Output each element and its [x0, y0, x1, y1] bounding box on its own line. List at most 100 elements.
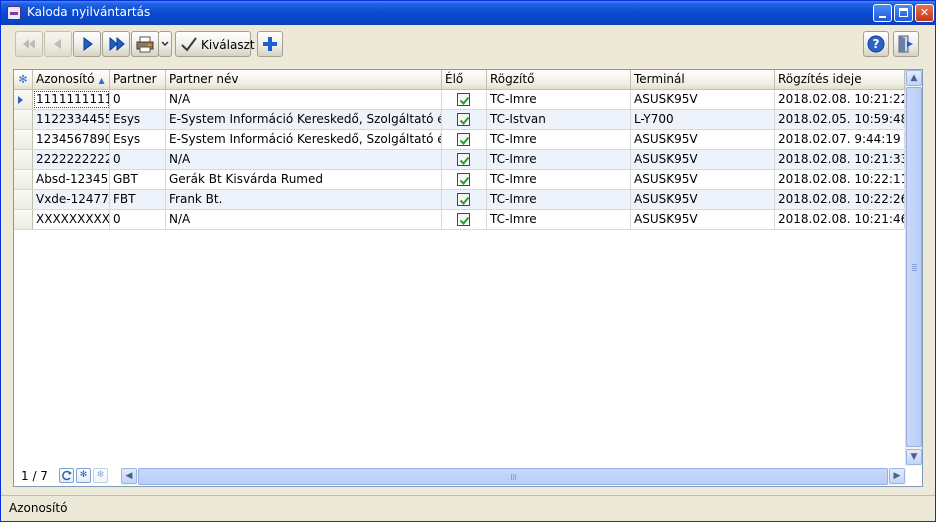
table-row[interactable]: 1234567890 Esys E-System Információ Keresk…: [14, 130, 905, 150]
help-button[interactable]: ?: [863, 31, 889, 57]
cell-partner[interactable]: GBT: [110, 170, 166, 189]
alive-checkbox[interactable]: [457, 213, 470, 226]
cell-recorder[interactable]: TC-Imre: [487, 150, 631, 169]
cell-id[interactable]: XXXXXXXXXX: [33, 210, 110, 229]
cell-alive[interactable]: [442, 170, 487, 189]
cell-recorder[interactable]: TC-Imre: [487, 90, 631, 109]
cell-terminal[interactable]: L-Y700: [631, 110, 775, 129]
horizontal-scrollbar[interactable]: ◀ ▶: [121, 468, 906, 485]
row-selector[interactable]: [14, 130, 33, 149]
table-row[interactable]: Absd-12345 GBT Gerák Bt Kisvárda Rumed TC-I…: [14, 170, 905, 190]
table-row[interactable]: 1122334455 Esys E-System Információ Keresk…: [14, 110, 905, 130]
cell-terminal[interactable]: ASUSK95V: [631, 170, 775, 189]
refresh-button[interactable]: [59, 468, 74, 483]
cell-id[interactable]: 1111111111: [33, 90, 110, 109]
vertical-scrollbar[interactable]: ▲ ▼: [905, 70, 922, 466]
alive-checkbox[interactable]: [457, 113, 470, 126]
cell-partner[interactable]: FBT: [110, 190, 166, 209]
cell-partner-name[interactable]: E-System Információ Kereskedő, Szolgálta…: [166, 130, 442, 149]
scroll-left-button[interactable]: ◀: [121, 468, 137, 484]
cell-partner[interactable]: 0: [110, 210, 166, 229]
cell-recorder[interactable]: TC-Imre: [487, 170, 631, 189]
cell-partner[interactable]: Esys: [110, 130, 166, 149]
cell-partner-name[interactable]: N/A: [166, 90, 442, 109]
scroll-up-button[interactable]: ▲: [906, 70, 922, 86]
delete-row-button[interactable]: ✻: [93, 468, 108, 483]
cell-partner-name[interactable]: E-System Információ Kereskedő, Szolgálta…: [166, 110, 442, 129]
cell-alive[interactable]: [442, 150, 487, 169]
cell-terminal[interactable]: ASUSK95V: [631, 150, 775, 169]
row-selector[interactable]: [14, 190, 33, 209]
cell-terminal[interactable]: ASUSK95V: [631, 190, 775, 209]
cell-partner-name[interactable]: Frank Bt.: [166, 190, 442, 209]
column-header-partner[interactable]: Partner: [110, 70, 166, 90]
row-selector[interactable]: [14, 170, 33, 189]
scroll-down-button[interactable]: ▼: [906, 449, 922, 465]
cell-partner-name[interactable]: N/A: [166, 210, 442, 229]
cell-alive[interactable]: [442, 90, 487, 109]
row-selector[interactable]: [14, 110, 33, 129]
minimize-button[interactable]: [873, 4, 892, 22]
cell-alive[interactable]: [442, 130, 487, 149]
column-header-id[interactable]: Azonosító ▲: [33, 70, 110, 90]
cell-id[interactable]: Vxde-12477: [33, 190, 110, 209]
cell-alive[interactable]: [442, 190, 487, 209]
cell-recorded-at[interactable]: 2018.02.08. 10:21:22: [775, 90, 905, 109]
cell-recorded-at[interactable]: 2018.02.07. 9:44:19: [775, 130, 905, 149]
alive-checkbox[interactable]: [457, 193, 470, 206]
column-header-recorded-at[interactable]: Rögzítés ideje: [775, 70, 905, 90]
alive-checkbox[interactable]: [457, 133, 470, 146]
column-header-partner-name[interactable]: Partner név: [166, 70, 442, 90]
cell-partner[interactable]: 0: [110, 90, 166, 109]
alive-checkbox[interactable]: [457, 93, 470, 106]
cell-partner[interactable]: Esys: [110, 110, 166, 129]
cell-partner-name[interactable]: Gerák Bt Kisvárda Rumed: [166, 170, 442, 189]
scroll-right-button[interactable]: ▶: [889, 468, 905, 484]
table-row[interactable]: Vxde-12477 FBT Frank Bt. TC-Imre ASUSK95V 201…: [14, 190, 905, 210]
cell-partner[interactable]: 0: [110, 150, 166, 169]
add-button[interactable]: [257, 31, 283, 57]
last-record-button[interactable]: [102, 31, 130, 57]
vertical-scroll-thumb[interactable]: [906, 87, 922, 447]
first-record-button[interactable]: [15, 31, 43, 57]
cell-terminal[interactable]: ASUSK95V: [631, 210, 775, 229]
cell-recorded-at[interactable]: 2018.02.08. 10:21:46: [775, 210, 905, 229]
maximize-button[interactable]: [894, 4, 913, 22]
print-button[interactable]: [131, 31, 159, 57]
cell-id[interactable]: 1122334455: [33, 110, 110, 129]
previous-record-button[interactable]: [44, 31, 72, 57]
cell-recorded-at[interactable]: 2018.02.08. 10:21:33: [775, 150, 905, 169]
cell-recorder[interactable]: TC-Imre: [487, 210, 631, 229]
cell-recorder[interactable]: TC-Imre: [487, 130, 631, 149]
cell-id[interactable]: 2222222222: [33, 150, 110, 169]
cell-id[interactable]: Absd-12345: [33, 170, 110, 189]
horizontal-scroll-thumb[interactable]: [138, 468, 888, 485]
cell-terminal[interactable]: ASUSK95V: [631, 130, 775, 149]
select-all-corner[interactable]: ✻: [14, 70, 33, 90]
row-selector[interactable]: [14, 90, 33, 109]
row-selector[interactable]: [14, 150, 33, 169]
table-row[interactable]: XXXXXXXXXX 0 N/A TC-Imre ASUSK95V 2018.02.08.…: [14, 210, 905, 230]
column-header-terminal[interactable]: Terminál: [631, 70, 775, 90]
cell-recorded-at[interactable]: 2018.02.08. 10:22:11: [775, 170, 905, 189]
cell-id[interactable]: 1234567890: [33, 130, 110, 149]
cell-recorder[interactable]: TC-Imre: [487, 190, 631, 209]
cell-recorder[interactable]: TC-Istvan: [487, 110, 631, 129]
new-row-button[interactable]: ✻: [76, 468, 91, 483]
exit-button[interactable]: [893, 31, 919, 57]
close-button[interactable]: ✕: [915, 4, 934, 22]
print-dropdown-button[interactable]: [158, 31, 172, 57]
cell-recorded-at[interactable]: 2018.02.05. 10:59:48: [775, 110, 905, 129]
cell-partner-name[interactable]: N/A: [166, 150, 442, 169]
cell-terminal[interactable]: ASUSK95V: [631, 90, 775, 109]
select-button[interactable]: Kiválaszt: [175, 31, 255, 57]
cell-alive[interactable]: [442, 210, 487, 229]
row-selector[interactable]: [14, 210, 33, 229]
cell-recorded-at[interactable]: 2018.02.08. 10:22:26: [775, 190, 905, 209]
cell-alive[interactable]: [442, 110, 487, 129]
alive-checkbox[interactable]: [457, 173, 470, 186]
table-row[interactable]: 1111111111 0 N/A TC-Imre ASUSK95V 2018.02.08.…: [14, 90, 905, 110]
alive-checkbox[interactable]: [457, 153, 470, 166]
column-header-alive[interactable]: Élő: [442, 70, 487, 90]
column-header-recorder[interactable]: Rögzítő: [487, 70, 631, 90]
